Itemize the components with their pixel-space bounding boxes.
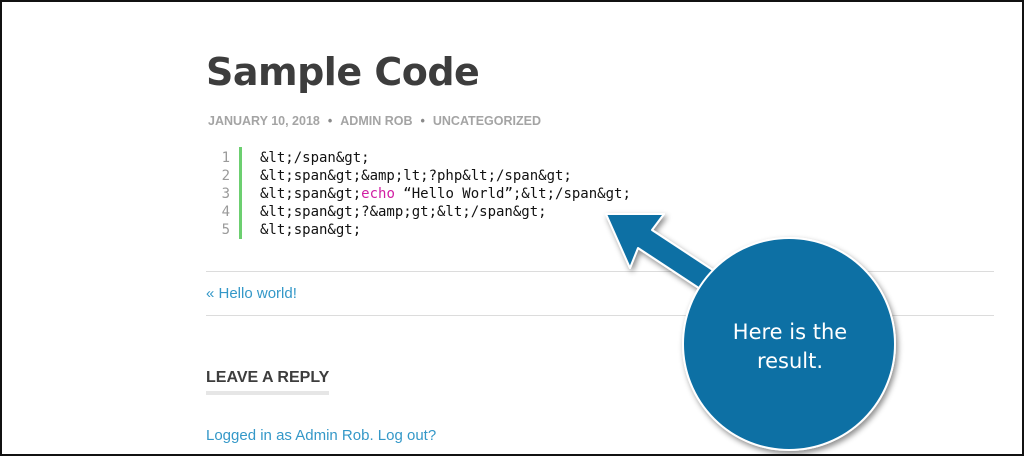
callout-line: result. — [756, 349, 824, 373]
page-frame: Sample Code JANUARY 10, 2018 • ADMIN ROB • U… — [0, 0, 1024, 456]
annotation-overlay — [605, 213, 896, 451]
callout-text: Here is the result. — [710, 318, 870, 376]
callout-line: Here is the — [732, 320, 848, 344]
